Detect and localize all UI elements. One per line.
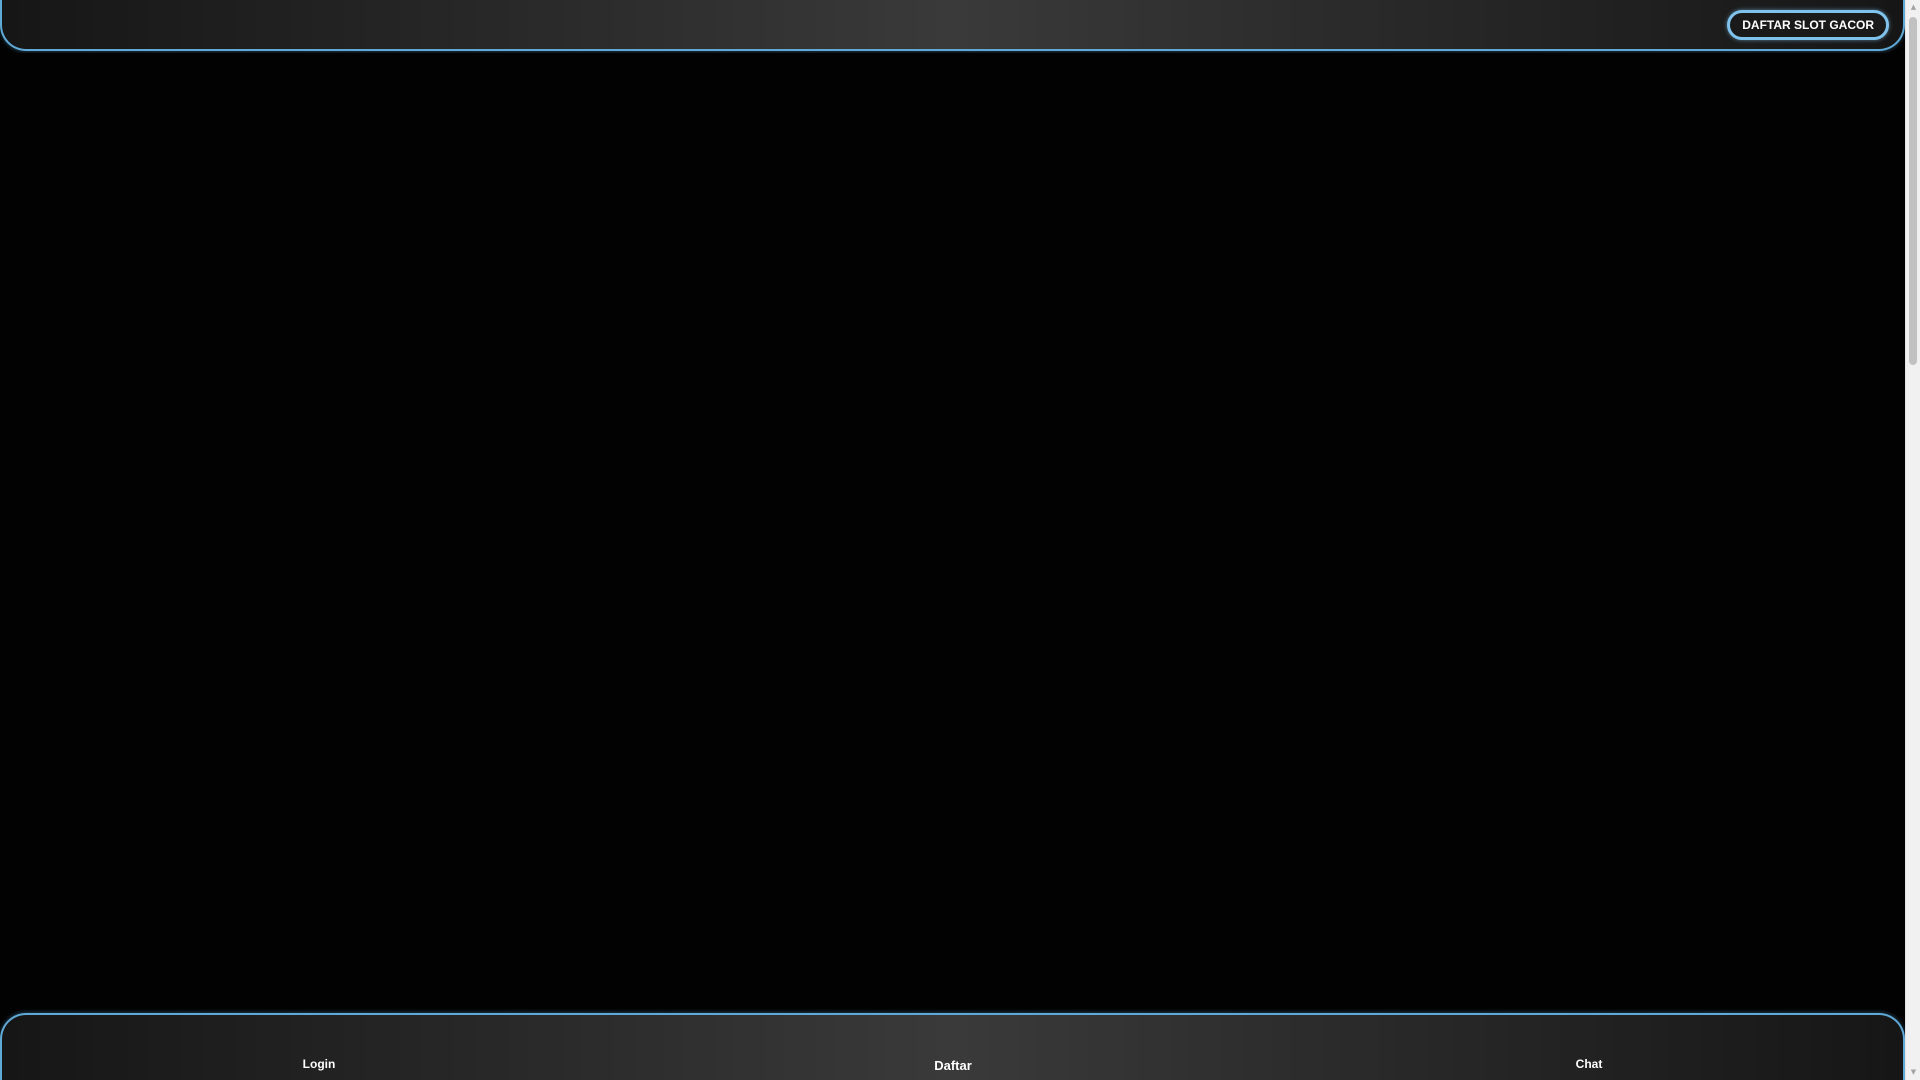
viewport: DAFTAR SLOT GACOR Login Daftar Chat	[0, 0, 1905, 1080]
daftar-slot-gacor-button[interactable]: DAFTAR SLOT GACOR	[1727, 10, 1889, 40]
chat-nav-link[interactable]: Chat	[1524, 1057, 1654, 1071]
login-nav-link[interactable]: Login	[254, 1057, 384, 1071]
top-header-bar: DAFTAR SLOT GACOR	[0, 0, 1905, 51]
scroll-up-arrow-icon[interactable]: ▲	[1906, 0, 1920, 15]
vertical-scrollbar[interactable]: ▲ ▼	[1905, 0, 1920, 1080]
bottom-navigation-bar: Login Daftar Chat	[0, 1013, 1905, 1080]
scrollbar-thumb[interactable]	[1909, 17, 1917, 365]
page: DAFTAR SLOT GACOR Login Daftar Chat ▲ ▼	[0, 0, 1920, 1080]
main-content-area	[0, 53, 1905, 1013]
scroll-down-arrow-icon[interactable]: ▼	[1906, 1065, 1920, 1080]
daftar-nav-link[interactable]: Daftar	[888, 1058, 1018, 1073]
